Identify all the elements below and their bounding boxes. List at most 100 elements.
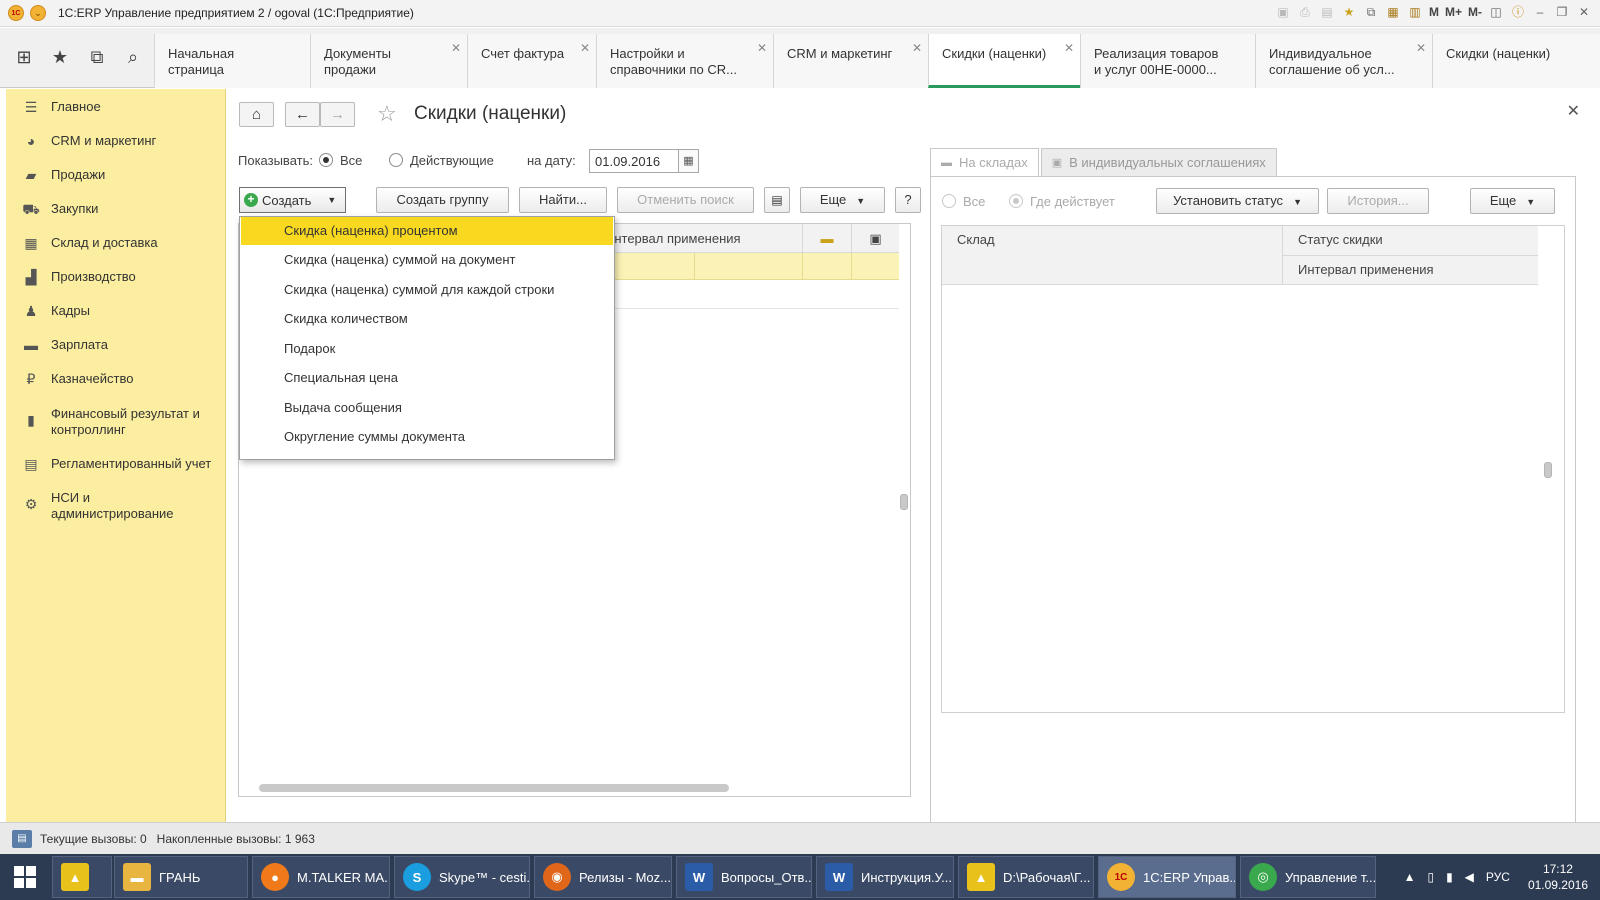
memory-mminus-button[interactable]: M-	[1468, 5, 1482, 19]
clock[interactable]: 17:12 01.09.2016	[1528, 861, 1588, 893]
memory-mplus-button[interactable]: M+	[1445, 5, 1462, 19]
tab-home[interactable]: Начальная страница	[154, 34, 310, 88]
column-header-interval[interactable]: Интервал применения	[599, 224, 799, 253]
help-button[interactable]: ?	[895, 187, 921, 213]
tab-discounts-active[interactable]: Скидки (наценки) ✕	[928, 34, 1080, 88]
taskbar-item[interactable]: ◉ Релизы - Moz...	[534, 856, 672, 898]
tab-discounts-2[interactable]: Скидки (наценки)	[1432, 34, 1600, 88]
history-icon[interactable]: ⧉	[84, 44, 110, 70]
home-button[interactable]: ⌂	[239, 102, 274, 127]
memory-m-button[interactable]: M	[1429, 5, 1439, 19]
link-icon[interactable]: ⧉	[1363, 4, 1379, 20]
sidebar-item-hr[interactable]: ♟ Кадры	[6, 303, 226, 320]
close-tab-icon[interactable]: ✕	[912, 40, 922, 56]
taskbar-item[interactable]: W Вопросы_Отв...	[676, 856, 812, 898]
sidebar-item-treasury[interactable]: ₽ Казначейство	[6, 371, 226, 388]
more-button[interactable]: Еще ▼	[800, 187, 885, 213]
taskbar-item[interactable]: W Инструкция.У...	[816, 856, 954, 898]
horizontal-scrollbar-thumb[interactable]	[259, 784, 729, 792]
calculator-icon[interactable]: ▦	[1385, 4, 1401, 20]
create-button[interactable]: + Создать ▼	[239, 187, 346, 213]
sidebar-item-main[interactable]: ☰ Главное	[6, 99, 226, 116]
list-settings-button[interactable]: ▤	[764, 187, 790, 213]
menu-item-special-price[interactable]: Специальная цена	[241, 364, 613, 392]
sidebar-item-admin[interactable]: ⚙ НСИ и администрирование	[6, 490, 226, 522]
history-button[interactable]: История...	[1327, 188, 1429, 214]
taskbar-item[interactable]: S Skype™ - cesti...	[394, 856, 530, 898]
vertical-scrollbar-thumb[interactable]	[900, 494, 908, 510]
cancel-search-button[interactable]: Отменить поиск	[617, 187, 754, 213]
close-tab-icon[interactable]: ✕	[757, 40, 767, 56]
tab-agreements[interactable]: ▣ В индивидуальных соглашениях	[1040, 148, 1277, 176]
tray-device-icon[interactable]: ▯	[1427, 870, 1434, 884]
column-header-warehouse[interactable]: Склад	[942, 226, 1282, 285]
menu-item-sum-per-row[interactable]: Скидка (наценка) суммой для каждой строк…	[241, 276, 613, 304]
tab-crm-settings[interactable]: Настройки и справочники по CR... ✕	[596, 34, 773, 88]
volume-icon[interactable]: ◀	[1465, 870, 1474, 884]
set-status-button[interactable]: Установить статус ▼	[1156, 188, 1319, 214]
tab-goods-sale[interactable]: Реализация товаров и услуг 00НЕ-0000...	[1080, 34, 1255, 88]
menu-item-quantity-discount[interactable]: Скидка количеством	[241, 305, 613, 333]
print-icon[interactable]: ⎙	[1297, 4, 1313, 20]
close-tab-icon[interactable]: ✕	[1064, 40, 1074, 56]
favorites-add-icon[interactable]: ★	[1341, 4, 1357, 20]
info-icon[interactable]: ⓘ	[1510, 4, 1526, 20]
date-field[interactable]: 01.09.2016	[589, 149, 679, 173]
calendar-icon[interactable]: ▥	[1407, 4, 1423, 20]
calendar-button[interactable]: ▦	[679, 149, 699, 173]
sidebar-item-salary[interactable]: ▬ Зарплата	[6, 337, 226, 353]
1c-logo-icon[interactable]: 1С	[8, 5, 24, 21]
minimize-icon[interactable]: –	[1532, 4, 1548, 20]
preview-icon[interactable]: ▤	[1319, 4, 1335, 20]
restore-icon[interactable]: ❐	[1554, 4, 1570, 20]
sidebar-item-sales[interactable]: ▰ Продажи	[6, 167, 226, 184]
filter-all-radio[interactable]	[942, 194, 956, 208]
menu-item-sum-per-document[interactable]: Скидка (наценка) суммой на документ	[241, 246, 613, 274]
show-all-radio[interactable]	[319, 153, 333, 167]
favorites-star-icon[interactable]: ★	[47, 44, 73, 70]
menu-item-percent-discount[interactable]: Скидка (наценка) процентом	[241, 217, 613, 245]
column-header-status[interactable]: Статус скидки	[1282, 226, 1538, 256]
tab-individual-agreement[interactable]: Индивидуальное соглашение об усл... ✕	[1255, 34, 1432, 88]
tab-warehouses[interactable]: ▬ На складах	[930, 148, 1039, 176]
search-icon[interactable]: ⌕	[120, 44, 146, 70]
vertical-scrollbar-thumb[interactable]	[1544, 462, 1552, 478]
taskbar-item[interactable]: ▲	[52, 856, 112, 898]
column-header-card-icon[interactable]: ▬	[802, 224, 851, 253]
taskbar-item[interactable]: ◎ Управление т...	[1240, 856, 1376, 898]
sidebar-item-regulated[interactable]: ▤ Регламентированный учет	[6, 456, 226, 473]
start-button[interactable]	[0, 854, 50, 900]
tab-invoice[interactable]: Счет фактура ✕	[467, 34, 596, 88]
taskbar-item[interactable]: ▬ ГРАНЬ	[114, 856, 248, 898]
sidebar-item-purchases[interactable]: ⛟ Закупки	[6, 201, 226, 220]
save-icon[interactable]: ▣	[1275, 4, 1291, 20]
tab-sales-documents[interactable]: Документы продажи ✕	[310, 34, 467, 88]
taskbar-item-active[interactable]: 1С 1С:ERP Управ...	[1098, 856, 1236, 898]
right-more-button[interactable]: Еще ▼	[1470, 188, 1555, 214]
close-tab-icon[interactable]: ✕	[451, 40, 461, 56]
menu-item-rounding[interactable]: Округление суммы документа	[241, 423, 613, 451]
forward-button[interactable]: →	[320, 102, 355, 127]
show-active-radio[interactable]	[389, 153, 403, 167]
panel-layout-icon[interactable]: ◫	[1488, 4, 1504, 20]
network-icon[interactable]: ▮	[1446, 870, 1453, 884]
back-button[interactable]: ←	[285, 102, 320, 127]
create-group-button[interactable]: Создать группу	[376, 187, 509, 213]
favorite-star-icon[interactable]: ☆	[377, 101, 397, 127]
find-button[interactable]: Найти...	[519, 187, 607, 213]
main-menu-icon[interactable]: ⌄	[30, 5, 46, 21]
column-header-interval[interactable]: Интервал применения	[1282, 256, 1538, 285]
close-form-icon[interactable]: ✕	[1567, 101, 1580, 121]
close-tab-icon[interactable]: ✕	[580, 40, 590, 56]
filter-where-radio[interactable]	[1009, 194, 1023, 208]
close-window-icon[interactable]: ✕	[1576, 4, 1592, 20]
sidebar-item-production[interactable]: ▟ Производство	[6, 269, 226, 286]
close-tab-icon[interactable]: ✕	[1416, 40, 1426, 56]
language-indicator[interactable]: РУС	[1486, 870, 1510, 884]
tab-crm-marketing[interactable]: CRM и маркетинг ✕	[773, 34, 928, 88]
sidebar-item-crm[interactable]: ◕ CRM и маркетинг	[6, 133, 226, 149]
menu-item-gift[interactable]: Подарок	[241, 335, 613, 363]
server-calls-icon[interactable]: ▤	[12, 829, 32, 848]
taskbar-item[interactable]: ● M.TALKER MA...	[252, 856, 390, 898]
taskbar-item[interactable]: ▲ D:\Рабочая\Г...	[958, 856, 1094, 898]
